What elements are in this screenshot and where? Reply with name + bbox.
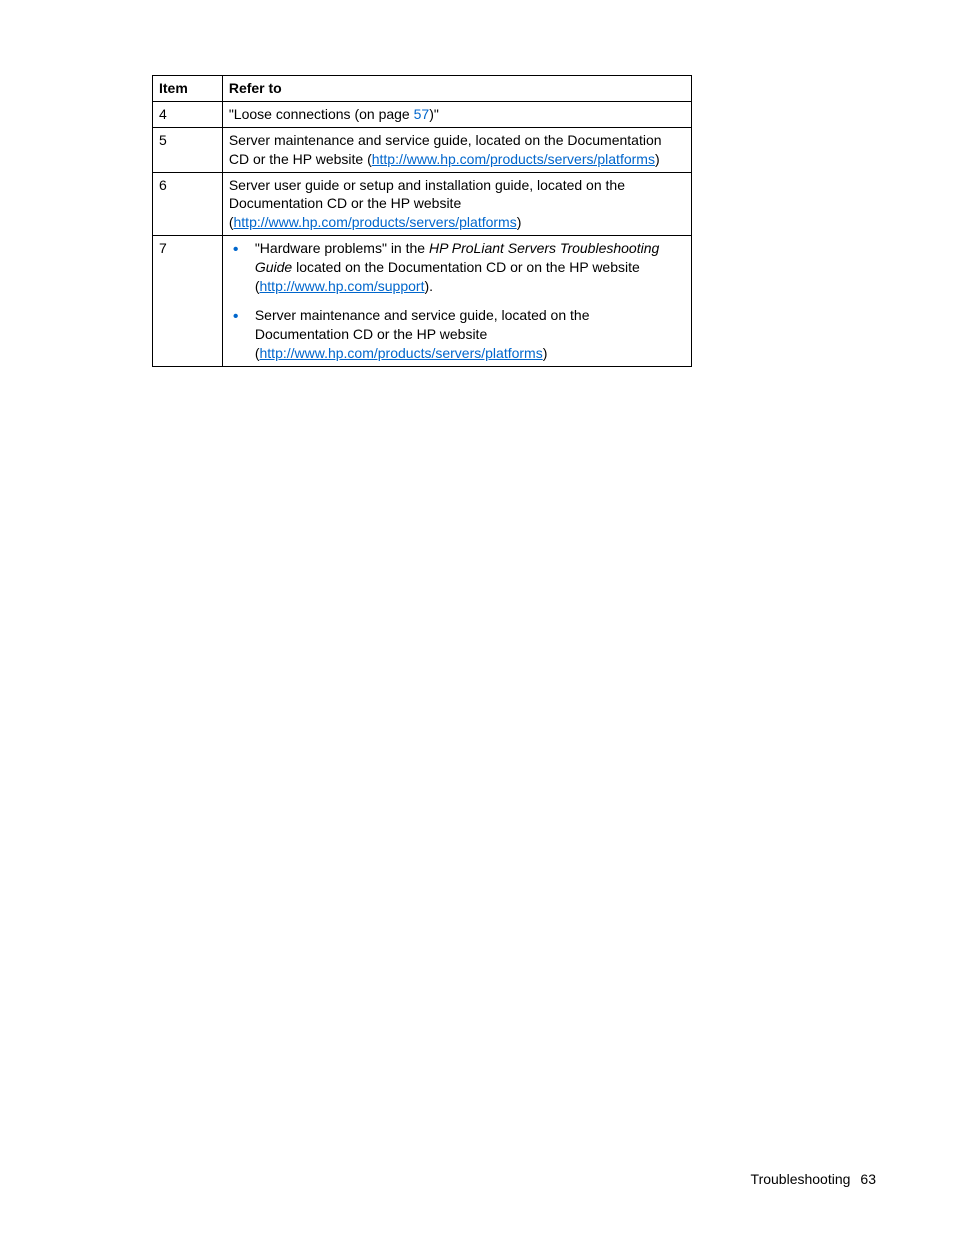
refer-cell: Server user guide or setup and installat… — [222, 172, 691, 236]
hp-products-link[interactable]: http://www.hp.com/products/servers/platf… — [260, 345, 543, 361]
refer-cell: Server maintenance and service guide, lo… — [222, 127, 691, 172]
item-cell: 7 — [153, 236, 223, 366]
table-row: 6 Server user guide or setup and install… — [153, 172, 692, 236]
text: ) — [655, 151, 660, 167]
refer-cell: "Hardware problems" in the HP ProLiant S… — [222, 236, 691, 366]
hp-products-link[interactable]: http://www.hp.com/products/servers/platf… — [372, 151, 655, 167]
text: "Loose connections (on page — [229, 106, 414, 122]
refer-cell: "Loose connections (on page 57)" — [222, 101, 691, 127]
table-row: 7 "Hardware problems" in the HP ProLiant… — [153, 236, 692, 366]
hp-support-link[interactable]: http://www.hp.com/support — [260, 278, 425, 294]
text: ) — [543, 345, 548, 361]
text: )" — [429, 106, 439, 122]
table-row: 5 Server maintenance and service guide, … — [153, 127, 692, 172]
table-row: 4 "Loose connections (on page 57)" — [153, 101, 692, 127]
hp-products-link[interactable]: http://www.hp.com/products/servers/platf… — [234, 214, 517, 230]
text: ) — [517, 214, 522, 230]
item-cell: 4 — [153, 101, 223, 127]
header-refer-to: Refer to — [222, 76, 691, 102]
footer-page-number: 63 — [860, 1171, 876, 1187]
list-item: Server maintenance and service guide, lo… — [229, 306, 685, 363]
item-cell: 5 — [153, 127, 223, 172]
reference-table: Item Refer to 4 "Loose connections (on p… — [152, 75, 692, 367]
page-footer: Troubleshooting 63 — [751, 1171, 876, 1187]
page-content: Item Refer to 4 "Loose connections (on p… — [0, 0, 954, 367]
text: "Hardware problems" in the — [255, 240, 429, 256]
table-header-row: Item Refer to — [153, 76, 692, 102]
text: ). — [424, 278, 433, 294]
footer-section-name: Troubleshooting — [751, 1171, 851, 1187]
header-item: Item — [153, 76, 223, 102]
list-item: "Hardware problems" in the HP ProLiant S… — [229, 239, 685, 296]
page-reference[interactable]: 57 — [414, 106, 430, 122]
item-cell: 6 — [153, 172, 223, 236]
bullet-list: "Hardware problems" in the HP ProLiant S… — [229, 239, 685, 362]
